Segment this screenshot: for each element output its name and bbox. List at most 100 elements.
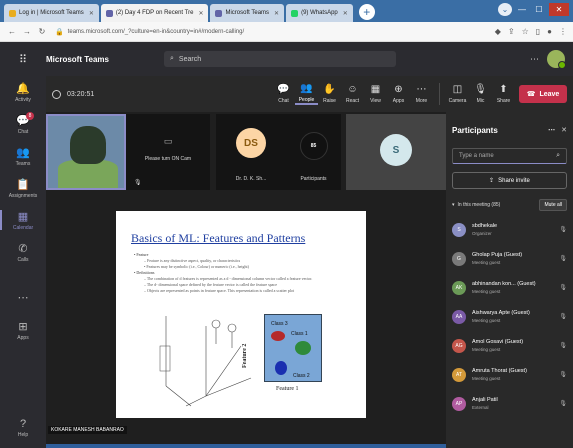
toolbar-label: People xyxy=(298,97,315,103)
participant-name: abhinandan kon... (Guest) xyxy=(472,281,536,287)
mic-off-icon[interactable]: 🎙 xyxy=(559,313,567,320)
toolbar-share-button[interactable]: ⬆ Share xyxy=(492,84,515,104)
video-tile-camera-off[interactable]: ▭ Please turn ON Cam 🎙 xyxy=(126,114,210,190)
toolbar-react-button[interactable]: ☺ React xyxy=(341,84,364,104)
browser-tab-active[interactable]: (2) Day 4 FDP on Recent Tre ✕ xyxy=(100,4,209,22)
browser-tab[interactable]: Log in | Microsoft Teams ✕ xyxy=(4,4,99,22)
mic-off-icon[interactable]: 🎙 xyxy=(559,342,567,349)
avatar: AA xyxy=(452,309,466,324)
rail-item-apps[interactable]: ⊞ Apps xyxy=(0,314,46,346)
rail-item-chat[interactable]: 💬 Chat 8 xyxy=(0,108,46,140)
toolbar-more-button[interactable]: ⋯ More xyxy=(410,84,433,104)
reload-icon[interactable]: ↻ xyxy=(36,27,48,36)
mic-off-icon: 🎙 xyxy=(134,180,142,186)
people-icon: 👥 xyxy=(300,83,313,94)
participant-search-input[interactable]: Type a name ⌕ xyxy=(452,148,567,164)
participant-row[interactable]: G Gholap Puja (Guest) Meeting guest 🎙 xyxy=(452,244,567,273)
rail-item-assignments[interactable]: 📋 Assignments xyxy=(0,172,46,204)
more-options-icon[interactable]: ⋯ xyxy=(530,54,539,65)
mic-icon: 🎙 xyxy=(474,84,487,95)
url-text: teams.microsoft.com/_?culture=en-in&coun… xyxy=(67,28,245,35)
rail-item-teams[interactable]: 👥 Teams xyxy=(0,140,46,172)
rail-item-calendar[interactable]: ▦ Calendar xyxy=(0,204,46,236)
mic-off-icon[interactable]: 🎙 xyxy=(559,284,567,291)
browser-tab[interactable]: (9) WhatsApp ✕ xyxy=(286,4,353,22)
mic-off-icon[interactable]: 🎙 xyxy=(559,400,567,407)
app-launcher-icon[interactable]: ⠿ xyxy=(0,53,46,66)
mic-off-icon[interactable]: 🎙 xyxy=(559,371,567,378)
slide-bullets: • Feature – Feature is any distinctive as… xyxy=(134,252,366,294)
participant-row[interactable]: Ssbdhekale Organizer 🎙 xyxy=(452,215,567,244)
mute-all-button[interactable]: Mute all xyxy=(539,199,567,211)
participants-panel: Participants ⋯ ✕ Type a name ⌕ ⇪ Share i… xyxy=(446,112,573,448)
leave-button[interactable]: ☎ Leave xyxy=(519,85,567,103)
tile-name: Dr. D. K. Sh... xyxy=(235,176,267,182)
participant-role: Meeting guest xyxy=(472,289,501,294)
mic-off-icon[interactable]: 🎙 xyxy=(559,255,567,262)
menu-icon[interactable]: ⋮ xyxy=(559,27,567,36)
video-tile-participant-count[interactable]: 85 Participants xyxy=(286,114,341,190)
share-invite-button[interactable]: ⇪ Share invite xyxy=(452,172,567,189)
rail-item-help[interactable]: ? Help xyxy=(0,412,46,444)
participants-header: Participants ⋯ ✕ xyxy=(446,112,573,148)
participant-row[interactable]: AT Amruta Thorat (Guest) Meeting guest 🎙 xyxy=(452,360,567,389)
share-icon[interactable]: ⇪ xyxy=(508,27,515,36)
rail-item-calls[interactable]: ✆ Calls xyxy=(0,236,46,268)
meeting-timer: 03:20:51 xyxy=(52,89,94,99)
more-options-icon[interactable]: ⋯ xyxy=(548,126,555,134)
participant-row[interactable]: AG Amol Gosavi (Guest) Meeting guest 🎙 xyxy=(452,331,567,360)
participant-info: abhinandan kon... (Guest) Meeting guest xyxy=(472,281,559,294)
participant-row[interactable]: AK abhinandan kon... (Guest) Meeting guest… xyxy=(452,273,567,302)
tab-close-icon[interactable]: ✕ xyxy=(198,10,203,17)
toolbar-chat-button[interactable]: 💬 Chat xyxy=(272,84,295,104)
url-field[interactable]: 🔒 teams.microsoft.com/_?culture=en-in&co… xyxy=(55,24,487,39)
rail-item-activity[interactable]: 🔔 Activity xyxy=(0,76,46,108)
video-tile-presenter[interactable] xyxy=(46,114,126,190)
in-meeting-section[interactable]: ▾ In this meeting (85) Mute all xyxy=(446,195,573,215)
new-tab-button[interactable]: + xyxy=(358,4,375,20)
video-tile-ds[interactable]: DS Dr. D. K. Sh... xyxy=(216,114,286,190)
window-controls: ⌄ — ☐ ✕ xyxy=(498,3,569,16)
participant-row[interactable]: AP Anjali Patil External 🎙 xyxy=(452,389,567,418)
extension-icon[interactable]: ◆ xyxy=(495,27,501,36)
rail-item-label: Calendar xyxy=(12,224,34,231)
star-icon[interactable]: ☆ xyxy=(522,27,529,36)
rail-item-more[interactable]: ⋯ xyxy=(0,282,46,314)
more-icon: ⋯ xyxy=(416,84,427,95)
forward-icon[interactable]: → xyxy=(21,27,33,36)
sidebar-icon[interactable]: ▯ xyxy=(536,27,540,36)
header-right: ⋯ xyxy=(530,50,573,69)
mic-off-icon[interactable]: 🎙 xyxy=(559,226,567,233)
minimize-icon[interactable]: — xyxy=(515,3,529,16)
maximize-icon[interactable]: ☐ xyxy=(532,3,546,16)
participant-role: Meeting guest xyxy=(472,347,501,352)
toolbar-label: More xyxy=(415,98,428,104)
chevron-down-icon[interactable]: ⌄ xyxy=(498,3,512,16)
diagram-axis xyxy=(165,385,192,407)
in-meeting-label: In this meeting (85) xyxy=(457,202,501,208)
close-icon[interactable]: ✕ xyxy=(561,126,567,134)
participant-info: Anjali Patil External xyxy=(472,397,559,410)
toolbar-raise-button[interactable]: ✋ Raise xyxy=(318,84,341,104)
toolbar-label: Raise xyxy=(323,98,336,104)
back-icon[interactable]: ← xyxy=(6,27,18,36)
teams-icon: 👥 xyxy=(16,146,30,159)
toolbar-mic-button[interactable]: 🎙 Mic xyxy=(469,84,492,104)
participant-name: sbdhekale xyxy=(472,223,498,229)
toolbar-people-button[interactable]: 👥 People xyxy=(295,83,318,105)
close-icon[interactable]: ✕ xyxy=(549,3,569,16)
toolbar-apps-button[interactable]: ⊕ Apps xyxy=(387,84,410,104)
tab-close-icon[interactable]: ✕ xyxy=(89,10,94,17)
participant-row[interactable]: AA Aishwarya Apte (Guest) Meeting guest 🎙 xyxy=(452,302,567,331)
tab-close-icon[interactable]: ✕ xyxy=(274,10,279,17)
profile-icon[interactable]: ● xyxy=(547,27,552,36)
toolbar-view-button[interactable]: ▦ View xyxy=(364,84,387,104)
tab-close-icon[interactable]: ✕ xyxy=(343,10,348,17)
search-input[interactable]: ⌕ Search xyxy=(164,51,396,67)
user-avatar[interactable] xyxy=(547,50,566,69)
browser-tab[interactable]: Microsoft Teams ✕ xyxy=(210,4,285,22)
video-tile-s[interactable]: S xyxy=(346,114,446,190)
toolbar-camera-button[interactable]: ◫ Camera xyxy=(446,84,469,104)
meeting-info-icon[interactable] xyxy=(52,89,61,99)
diagram-box xyxy=(159,345,171,372)
